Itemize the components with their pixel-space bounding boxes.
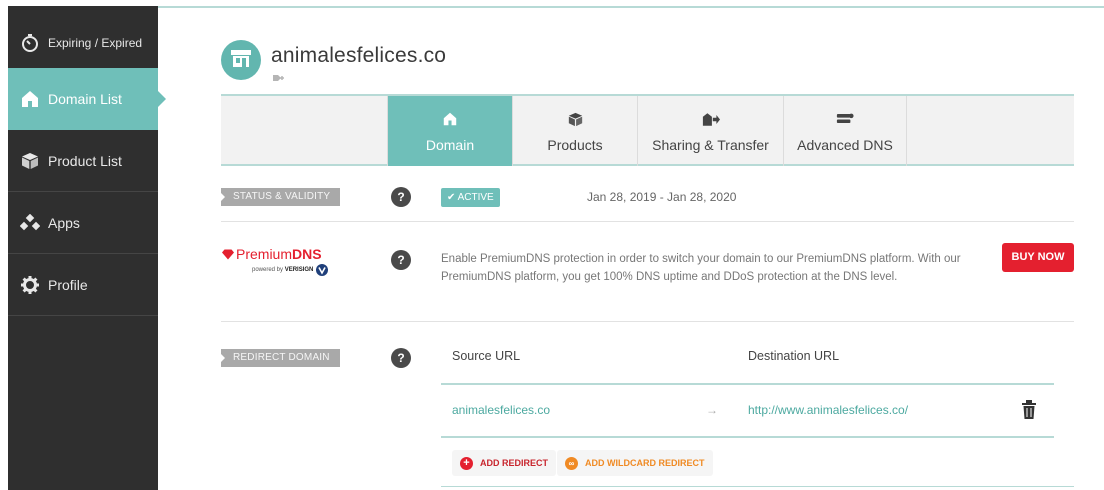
help-icon[interactable]: ? bbox=[391, 250, 411, 270]
redirect-table-top-border bbox=[441, 383, 1054, 385]
tab-domain[interactable]: Domain bbox=[387, 96, 512, 166]
stopwatch-icon bbox=[20, 33, 40, 53]
help-icon[interactable]: ? bbox=[391, 348, 411, 368]
wildcard-icon: ∞ bbox=[565, 456, 578, 470]
premiumdns-logo-bold: DNS bbox=[292, 246, 322, 262]
divider bbox=[441, 486, 1074, 487]
domain-tabbar: Domain Products Sharing & Transfer Advan… bbox=[221, 94, 1074, 166]
sidebar-item-label: Profile bbox=[48, 276, 88, 293]
verisign-check-icon bbox=[316, 264, 329, 276]
apps-icon bbox=[20, 213, 40, 233]
sidebar-item-expiring[interactable]: Expiring / Expired bbox=[8, 12, 158, 74]
tab-products[interactable]: Products bbox=[512, 96, 637, 166]
validity-dates: Jan 28, 2019 - Jan 28, 2020 bbox=[587, 190, 737, 204]
tab-label: Sharing & Transfer bbox=[652, 137, 769, 153]
premiumdns-logo-main: Premium bbox=[236, 246, 293, 262]
sidebar-item-domain-list[interactable]: Domain List bbox=[8, 68, 166, 130]
divider bbox=[221, 221, 1074, 222]
tab-sharing-transfer[interactable]: Sharing & Transfer bbox=[637, 96, 783, 166]
sidebar-item-label: Apps bbox=[48, 214, 80, 231]
sidebar-item-apps[interactable]: Apps bbox=[8, 192, 158, 254]
sidebar: Expiring / Expired Domain List Product L… bbox=[8, 6, 166, 490]
redirect-domain-label: REDIRECT DOMAIN bbox=[221, 349, 340, 367]
powered-by-text: powered by bbox=[252, 267, 284, 273]
sidebar-item-label: Domain List bbox=[48, 91, 122, 107]
redirect-table-bottom-border bbox=[441, 436, 1054, 438]
add-wildcard-label: ADD WILDCARD REDIRECT bbox=[585, 458, 705, 468]
status-validity-label: STATUS & VALIDITY bbox=[221, 188, 341, 206]
divider bbox=[221, 321, 1074, 322]
verisign-text: VERISIGN bbox=[284, 267, 314, 273]
home-icon bbox=[443, 109, 457, 129]
status-badge: ✔ ACTIVE bbox=[441, 188, 500, 207]
domain-avatar bbox=[221, 40, 261, 80]
sidebar-item-profile[interactable]: Profile bbox=[8, 254, 158, 316]
plus-icon: + bbox=[460, 456, 473, 470]
source-url-header: Source URL bbox=[452, 349, 521, 363]
help-icon[interactable]: ? bbox=[391, 187, 411, 207]
storefront-icon bbox=[230, 48, 252, 73]
sidebar-item-label: Expiring / Expired bbox=[48, 35, 143, 50]
redirect-destination-link[interactable]: http://www.animalesfelices.co/ bbox=[748, 403, 908, 417]
tab-label: Advanced DNS bbox=[797, 137, 893, 153]
add-redirect-button[interactable]: + ADD REDIRECT bbox=[452, 450, 557, 476]
box-icon bbox=[20, 151, 40, 171]
box-icon bbox=[568, 109, 583, 129]
trash-icon[interactable] bbox=[1021, 400, 1037, 420]
buy-now-button[interactable]: BUY NOW bbox=[1002, 243, 1074, 272]
home-icon bbox=[20, 89, 40, 109]
add-redirect-label: ADD REDIRECT bbox=[480, 458, 549, 468]
destination-url-header: Destination URL bbox=[748, 349, 840, 363]
gear-icon bbox=[20, 275, 40, 295]
sidebar-item-product-list[interactable]: Product List bbox=[8, 130, 158, 192]
premiumdns-gem-icon bbox=[222, 249, 234, 260]
redirect-source-link[interactable]: animalesfelices.co bbox=[452, 403, 550, 417]
page-title: animalesfelices.co bbox=[271, 44, 447, 67]
tab-advanced-dns[interactable]: Advanced DNS bbox=[783, 96, 907, 166]
dns-server-icon bbox=[836, 109, 854, 129]
share-transfer-icon bbox=[702, 109, 720, 129]
top-border bbox=[158, 6, 1104, 8]
premiumdns-logo: Premium DNS powered by VERISIGN bbox=[222, 246, 342, 276]
tag-add-icon[interactable] bbox=[272, 74, 286, 87]
redirect-arrow: → bbox=[706, 403, 718, 417]
tab-label: Domain bbox=[425, 137, 475, 153]
add-wildcard-redirect-button[interactable]: ∞ ADD WILDCARD REDIRECT bbox=[557, 450, 713, 476]
tab-label: Products bbox=[547, 137, 603, 153]
premiumdns-description: Enable PremiumDNS protection in order to… bbox=[441, 253, 961, 283]
sidebar-item-label: Product List bbox=[48, 152, 122, 169]
